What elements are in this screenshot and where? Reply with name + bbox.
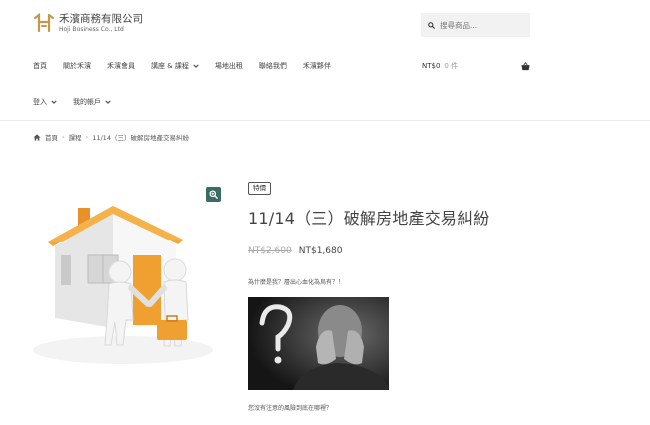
- nav-item-members[interactable]: 禾濱會員: [107, 61, 135, 71]
- nav-item-label: 聯絡我們: [258, 62, 287, 70]
- nav-item-label: 講座 & 課程: [151, 62, 189, 70]
- primary-nav: 首頁 關於禾濱 禾濱會員 講座 & 課程 場地出租 聯絡我們 禾濱夥伴: [33, 61, 347, 71]
- nav-item-label: 場地出租: [214, 62, 243, 70]
- nav-item-about[interactable]: 關於禾濱: [63, 61, 91, 71]
- breadcrumb-separator: ›: [85, 133, 89, 141]
- nav-item-home[interactable]: 首頁: [33, 61, 47, 71]
- nav-item-label: 關於禾濱: [63, 62, 91, 70]
- brand-subtitle: Hoji Business Co., Ltd: [59, 25, 124, 33]
- breadcrumb-home[interactable]: 首頁: [45, 132, 58, 142]
- product-image[interactable]: [33, 200, 228, 370]
- chevron-down-icon: [51, 100, 57, 104]
- product-price: NT$2,600 NT$1,680: [248, 246, 342, 256]
- product-description-line: 您沒有注意的風險到底在哪裡？: [248, 405, 333, 412]
- zoom-in-icon: [209, 190, 218, 199]
- product-title: 11/14（三）破解房地產交易糾紛: [248, 209, 490, 228]
- breadcrumb: 首頁 › 課程 › 11/14（三）破解房地產交易糾紛: [33, 132, 189, 142]
- search-icon: [428, 21, 435, 29]
- cart-total: NT$0: [422, 62, 441, 70]
- description-image: [248, 297, 389, 390]
- basket-icon: [521, 61, 530, 70]
- logo-mark-icon: [33, 12, 55, 33]
- site-logo[interactable]: 禾濱商務有限公司 Hoji Business Co., Ltd: [33, 12, 143, 34]
- price-sale: NT$1,680: [298, 246, 343, 256]
- cart-count: 0 件: [444, 62, 459, 70]
- nav-item-login[interactable]: 登入: [33, 97, 57, 107]
- home-icon: [33, 133, 41, 141]
- nav-item-account[interactable]: 我的帳戶: [73, 97, 111, 107]
- search-input[interactable]: [440, 20, 525, 30]
- cart-summary[interactable]: NT$0 0 件: [422, 61, 530, 71]
- search-box[interactable]: [421, 13, 530, 37]
- nav-item-partners[interactable]: 禾濱夥伴: [303, 61, 331, 71]
- nav-item-label: 禾濱會員: [107, 62, 135, 70]
- sale-badge: 特價: [248, 182, 271, 195]
- nav-item-label: 登入: [33, 98, 47, 106]
- nav-item-courses[interactable]: 講座 & 課程: [151, 61, 199, 71]
- breadcrumb-separator: ›: [62, 133, 65, 141]
- nav-item-label: 首頁: [33, 62, 47, 70]
- nav-item-contact[interactable]: 聯絡我們: [259, 61, 287, 71]
- nav-item-venue[interactable]: 場地出租: [215, 61, 243, 71]
- chevron-down-icon: [193, 64, 199, 68]
- chevron-down-icon: [105, 100, 111, 104]
- nav-item-label: 禾濱夥伴: [302, 62, 331, 70]
- nav-item-label: 我的帳戶: [73, 98, 101, 106]
- header-divider: [0, 120, 650, 121]
- brand-name: 禾濱商務有限公司: [59, 12, 143, 25]
- product-description-line: 為什麼是我？層出心血化為烏有？！: [248, 279, 345, 286]
- price-original: NT$2,600: [248, 246, 292, 256]
- breadcrumb-current: 11/14（三）破解房地產交易糾紛: [92, 134, 189, 142]
- breadcrumb-category[interactable]: 課程: [69, 132, 82, 142]
- account-nav: 登入 我的帳戶: [33, 97, 127, 107]
